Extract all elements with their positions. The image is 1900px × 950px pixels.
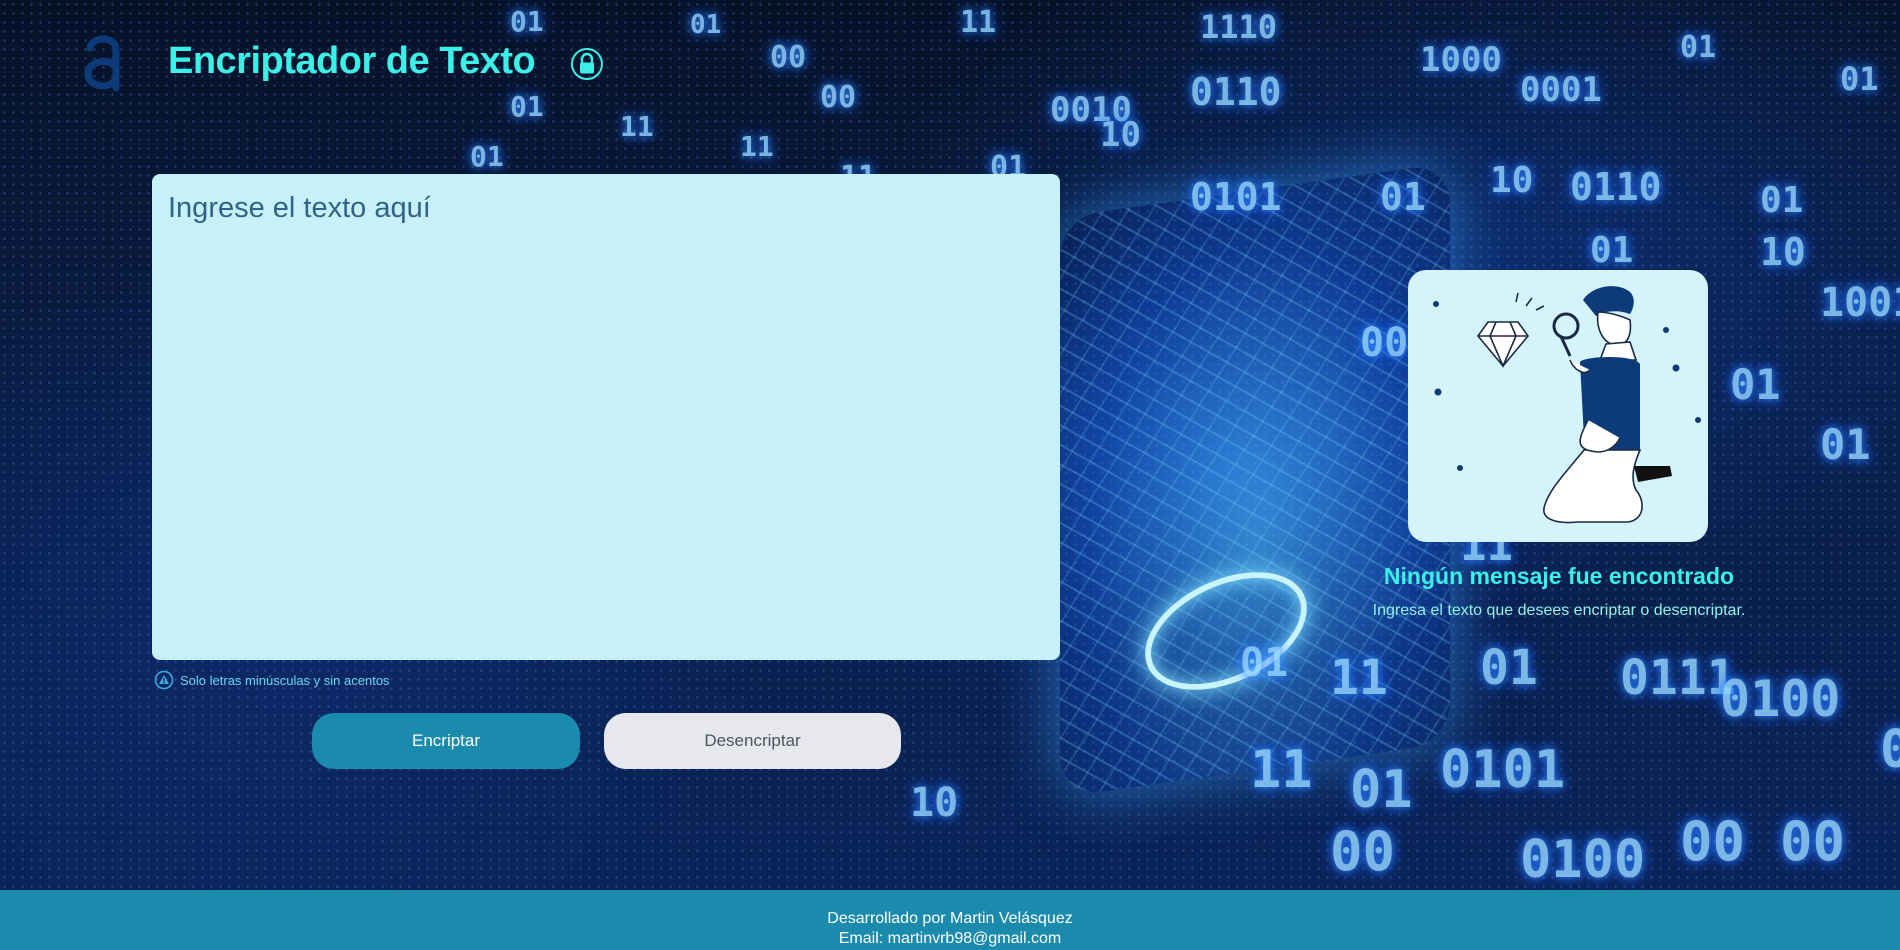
decrypt-button[interactable]: Desencriptar — [604, 713, 901, 769]
input-hint: Solo letras minúsculas y sin acentos — [154, 670, 390, 690]
page-title: Encriptador de Texto — [168, 40, 536, 82]
no-message-subtitle: Ingresa el texto que desees encriptar o … — [1372, 602, 1746, 619]
footer-developer: Desarrollado por Martin Velásquez — [827, 910, 1073, 927]
footer-email: Email: martinvrb98@gmail.com — [838, 930, 1062, 947]
footer: Desarrollado por Martin Velásquez Email:… — [0, 890, 1900, 950]
encrypt-button[interactable]: Encriptar — [312, 713, 580, 769]
text-input[interactable] — [152, 174, 1060, 660]
warning-icon — [154, 670, 174, 690]
lock-icon — [571, 48, 603, 80]
hint-text: Solo letras minúsculas y sin acentos — [180, 672, 390, 688]
no-message-title: Ningún mensaje fue encontrado — [1383, 563, 1735, 589]
no-message-illustration — [1408, 270, 1708, 542]
alura-logo-icon — [84, 35, 120, 92]
